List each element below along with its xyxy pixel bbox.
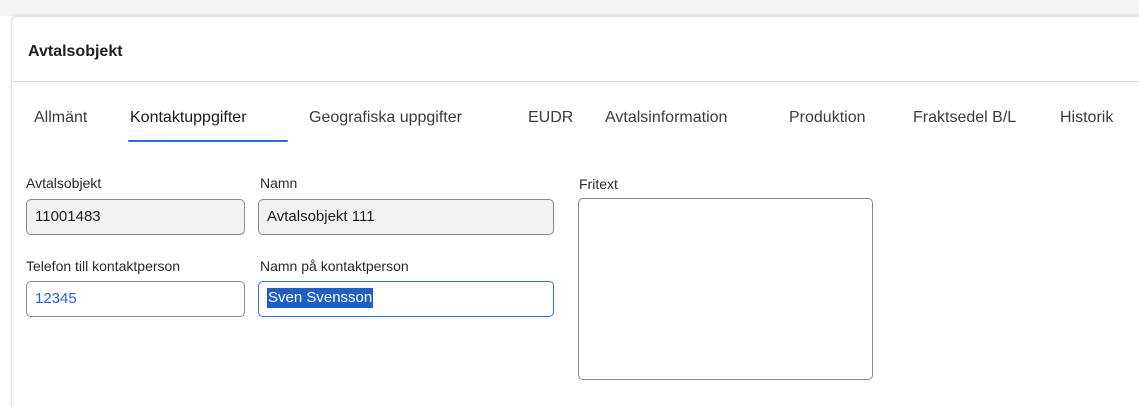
tab-geografiska-uppgifter[interactable]: Geografiska uppgifter [309,109,462,127]
avtalsobjekt-label: Avtalsobjekt [26,175,102,191]
kontaktperson-input[interactable]: Sven Svensson [258,281,554,317]
tab-produktion[interactable]: Produktion [789,109,866,127]
avtalsobjekt-field: 11001483 [26,199,245,235]
fritext-textarea[interactable] [578,198,873,380]
selected-text: Sven Svensson [267,288,374,308]
tab-kontaktuppgifter[interactable]: Kontaktuppgifter [130,109,247,127]
telefon-input[interactable]: 12345 [26,281,245,317]
tab-historik[interactable]: Historik [1060,109,1113,127]
tab-avtalsinformation[interactable]: Avtalsinformation [605,109,727,127]
namn-label: Namn [260,175,298,191]
tab-allmant[interactable]: Allmänt [34,109,87,127]
namn-field: Avtalsobjekt 111 [258,199,554,235]
tab-eudr[interactable]: EUDR [528,109,573,127]
kontaktperson-label: Namn på kontaktperson [260,258,409,274]
fritext-label: Fritext [579,176,618,192]
active-tab-indicator [128,140,288,142]
telefon-label: Telefon till kontaktperson [26,258,181,274]
title-divider [12,81,1139,82]
top-strip [0,0,1139,16]
tab-fraktsedel[interactable]: Fraktsedel B/L [913,109,1016,127]
panel-title: Avtalsobjekt [28,43,123,60]
avtalsobjekt-panel: Avtalsobjekt Allmänt Kontaktuppgifter Ge… [11,16,1139,407]
